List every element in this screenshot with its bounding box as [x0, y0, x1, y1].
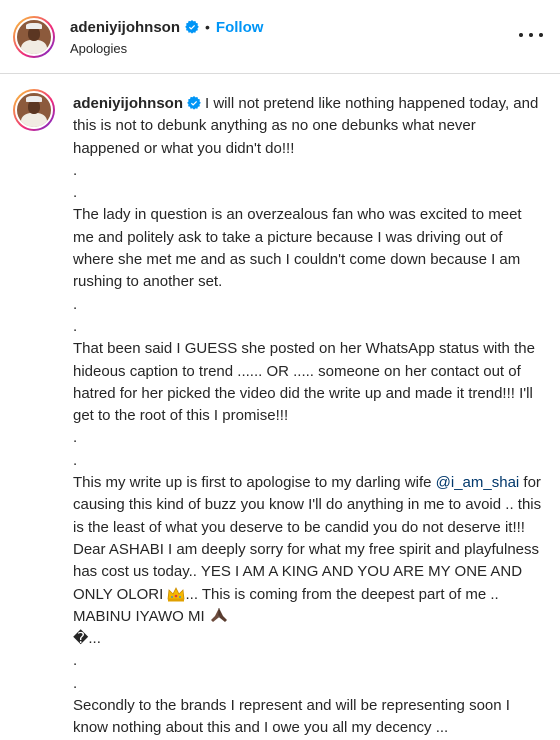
verified-badge-icon: [185, 20, 199, 34]
post-subtitle: Apologies: [70, 41, 128, 56]
crown-emoji-icon: [168, 586, 185, 602]
follow-button[interactable]: Follow: [216, 19, 264, 36]
username-link[interactable]: adeniyijohnson: [70, 19, 180, 36]
caption-paragraph: The lady in question is an overzealous f…: [73, 206, 526, 291]
caption-dots: . .: [73, 652, 78, 692]
verified-badge-icon: [187, 96, 201, 110]
caption-avatar[interactable]: [13, 89, 55, 131]
avatar-photo: [15, 18, 53, 56]
profile-avatar[interactable]: [13, 16, 55, 58]
separator-dot: •: [205, 19, 210, 35]
more-horizontal-icon[interactable]: [519, 33, 543, 39]
caption-paragraph: That been said I GUESS she posted on her…: [73, 340, 540, 425]
user-row: adeniyijohnson • Follow: [70, 17, 263, 37]
caption-paragraph: This my write up is first to apologise t…: [73, 474, 436, 492]
post-caption: adeniyijohnson I will not pretend like no…: [73, 93, 543, 740]
post-header: adeniyijohnson • Follow Apologies: [0, 0, 560, 74]
avatar-photo: [15, 91, 53, 129]
caption-paragraph: Secondly to the brands I represent and w…: [73, 697, 515, 737]
praying-hands-emoji-icon: [210, 607, 227, 622]
caption-paragraph: for causing this kind of buzz you know I…: [73, 474, 546, 603]
wife-mention-link[interactable]: @i_am_shai: [436, 474, 520, 491]
caption-dots: . .: [73, 161, 78, 202]
caption-paragraph: �...: [73, 630, 101, 648]
caption-dots: . .: [73, 429, 78, 469]
caption-dots: . .: [73, 295, 78, 335]
caption-username-link[interactable]: adeniyijohnson: [73, 95, 183, 112]
